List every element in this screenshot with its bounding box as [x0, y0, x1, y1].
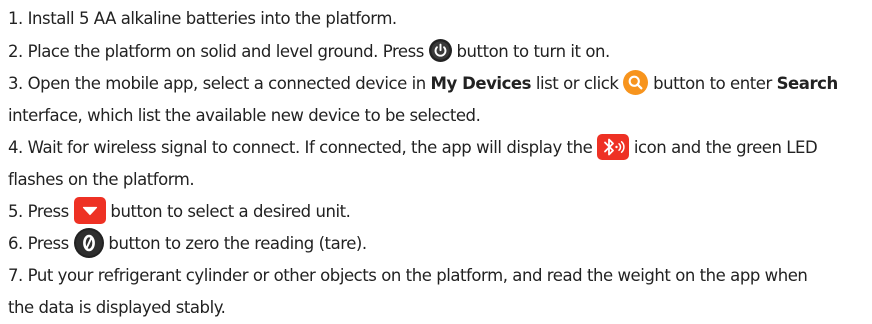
step-6: 6. Press button to zero the reading (tar… [8, 227, 872, 260]
my-devices-label: My Devices [430, 74, 532, 93]
step-2: 2. Place the platform on solid and level… [8, 36, 872, 68]
step-6-text: 6. Press [8, 234, 69, 253]
down-arrow-icon [73, 197, 106, 224]
step-3-continued: interface, which list the available new … [8, 100, 872, 132]
instruction-list: 1. Install 5 AA alkaline batteries into … [8, 2, 872, 324]
step-4-text-end: icon and the green LED [633, 138, 818, 157]
step-4-text: 4. Wait for wireless signal to connect. … [8, 138, 593, 157]
step-4-text-cont: flashes on the platform. [8, 170, 195, 189]
step-3: 3. Open the mobile app, select a connect… [8, 68, 872, 100]
power-icon [428, 39, 452, 62]
step-3-text-after: button to enter [653, 74, 772, 93]
step-6-text-end: button to zero the reading (tare). [108, 234, 367, 253]
step-7-text: 7. Put your refrigerant cylinder or othe… [8, 266, 808, 285]
step-5-text-end: button to select a desired unit. [110, 202, 351, 221]
step-2-text-end: button to turn it on. [456, 42, 611, 61]
bluetooth-signal-icon [597, 133, 630, 160]
step-1-text: 1. Install 5 AA alkaline batteries into … [8, 9, 397, 28]
step-1: 1. Install 5 AA alkaline batteries into … [8, 2, 872, 36]
search-icon [623, 70, 649, 95]
step-4: 4. Wait for wireless signal to connect. … [8, 132, 872, 164]
step-7-text-cont: the data is displayed stably. [8, 298, 226, 317]
step-7-continued: the data is displayed stably. [8, 292, 872, 324]
search-label: Search [776, 74, 839, 93]
step-3-text-cont: interface, which list the available new … [8, 106, 481, 125]
step-4-continued: flashes on the platform. [8, 164, 872, 196]
step-5: 5. Press button to select a desired unit… [8, 196, 872, 228]
step-5-text: 5. Press [8, 202, 69, 221]
step-2-text: 2. Place the platform on solid and level… [8, 42, 424, 61]
step-3-text-mid: list or click [535, 74, 619, 93]
step-3-text: 3. Open the mobile app, select a connect… [8, 74, 426, 93]
step-7: 7. Put your refrigerant cylinder or othe… [8, 260, 872, 292]
zero-icon [73, 227, 104, 258]
